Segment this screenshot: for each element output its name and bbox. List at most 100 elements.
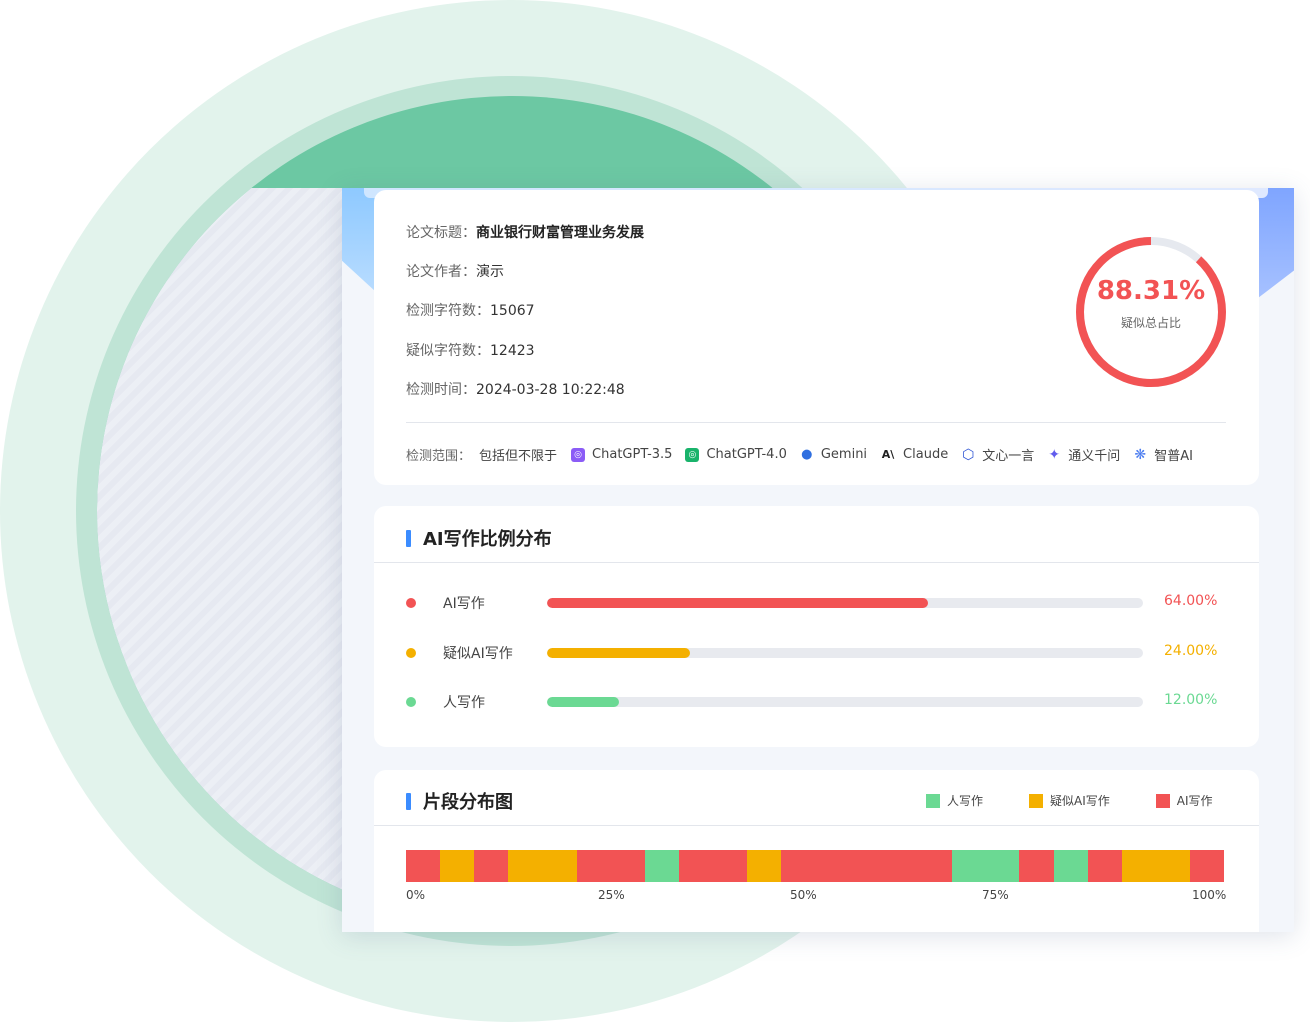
claude-icon: A\ xyxy=(881,448,895,461)
segment-block-human xyxy=(1053,850,1089,882)
char-count: 15067 xyxy=(490,303,535,319)
segment-block-ai xyxy=(781,850,952,882)
segment-card: 片段分布图 人写作 疑似AI写作 AI写作 0% 25% 50% 75% 100… xyxy=(374,770,1259,932)
progress-fill xyxy=(547,697,619,707)
zhipu-icon: ❋ xyxy=(1134,446,1147,463)
progress-track xyxy=(547,697,1143,707)
scope-row: 检测范围： 包括但不限于 ◎ ChatGPT-3.5 ◎ ChatGPT-4.0 ●… xyxy=(406,445,1206,465)
char-count-row: 检测字符数：15067 xyxy=(406,300,535,320)
row-label: AI写作 xyxy=(443,596,485,612)
paper-title-row: 论文标题：商业银行财富管理业务发展 xyxy=(406,222,644,242)
suspect-swatch-icon xyxy=(1029,793,1044,808)
suspect-dot-icon xyxy=(406,648,416,658)
legend-item-suspect: 疑似AI写作 xyxy=(1029,792,1110,809)
human-dot-icon xyxy=(406,697,416,707)
legend-item-human: 人写作 xyxy=(926,792,983,809)
row-value: 64.00% xyxy=(1164,593,1218,609)
paper-author-row: 论文作者：演示 xyxy=(406,261,504,281)
paper-author: 演示 xyxy=(476,264,504,280)
progress-fill xyxy=(547,598,929,608)
segment-bar xyxy=(406,850,1224,882)
axis-tick: 25% xyxy=(598,888,625,902)
gemini-icon: ● xyxy=(801,447,813,462)
model-name: 通义千问 xyxy=(1068,449,1121,464)
paper-info-card: 论文标题：商业银行财富管理业务发展 论文作者：演示 检测字符数：15067 疑似… xyxy=(374,190,1259,485)
model-wenxin: ⬡ 文心一言 xyxy=(961,445,1035,465)
model-name: Gemini xyxy=(820,447,868,462)
model-name: ChatGPT-3.5 xyxy=(592,447,673,462)
segment-block-ai xyxy=(1190,850,1224,882)
distribution-row-suspect: 疑似AI写作 24.00% xyxy=(406,643,1226,663)
human-swatch-icon xyxy=(926,793,940,808)
char-count-label: 检测字符数： xyxy=(406,303,490,319)
ratio-ring-fill xyxy=(1076,237,1226,387)
segment-block-ai xyxy=(679,850,748,882)
distribution-title: AI写作比例分布 xyxy=(406,525,552,551)
chatgpt-icon: ◎ xyxy=(571,447,586,462)
ratio-ring-chart xyxy=(1076,237,1226,387)
segment-block-suspect xyxy=(439,850,474,882)
axis-tick: 0% xyxy=(406,888,426,902)
title-accent-bar xyxy=(406,529,411,547)
segment-block-human xyxy=(644,850,680,882)
segment-block-human xyxy=(951,850,1020,882)
legend-label: AI写作 xyxy=(1176,794,1213,808)
detect-time-row: 检测时间：2024-03-28 10:22:48 xyxy=(406,379,625,399)
ai-swatch-icon xyxy=(1155,793,1170,808)
row-label: 疑似AI写作 xyxy=(443,646,513,662)
row-value: 24.00% xyxy=(1164,643,1218,659)
ratio-value: 88.31% xyxy=(1096,276,1206,306)
segment-block-ai xyxy=(406,850,440,882)
suspect-count: 12423 xyxy=(490,343,535,359)
row-value: 12.00% xyxy=(1164,692,1218,708)
progress-track xyxy=(547,648,1143,658)
segment-block-ai xyxy=(1088,850,1122,882)
distribution-divider xyxy=(374,562,1259,563)
title-accent-bar xyxy=(406,792,411,810)
model-name: 文心一言 xyxy=(982,449,1035,464)
detect-time: 2024-03-28 10:22:48 xyxy=(476,382,625,398)
model-chatgpt40: ◎ ChatGPT-4.0 xyxy=(685,447,787,462)
info-divider xyxy=(406,422,1226,423)
distribution-card: AI写作比例分布 AI写作 64.00% 疑似AI写作 24.00% 人写作 1… xyxy=(374,506,1259,747)
scope-lead: 包括但不限于 xyxy=(479,449,558,464)
segment-title-text: 片段分布图 xyxy=(423,792,513,813)
model-name: ChatGPT-4.0 xyxy=(706,447,787,462)
row-label: 人写作 xyxy=(443,695,485,711)
segment-block-suspect xyxy=(747,850,782,882)
suspect-count-label: 疑似字符数： xyxy=(406,343,490,359)
model-gemini: ● Gemini xyxy=(800,447,867,462)
segment-axis: 0% 25% 50% 75% 100% xyxy=(406,888,1227,904)
model-zhipu: ❋ 智普AI xyxy=(1133,445,1193,465)
axis-tick: 100% xyxy=(1192,888,1227,902)
segment-block-ai xyxy=(473,850,509,882)
distribution-row-human: 人写作 12.00% xyxy=(406,692,1226,712)
legend-item-ai: AI写作 xyxy=(1155,792,1213,809)
segment-legend: 人写作 疑似AI写作 AI写作 xyxy=(926,792,1213,809)
progress-fill xyxy=(547,648,691,658)
scope-label: 检测范围： xyxy=(406,449,472,464)
model-chatgpt35: ◎ ChatGPT-3.5 xyxy=(571,447,672,462)
report-panel: 论文标题：商业银行财富管理业务发展 论文作者：演示 检测字符数：15067 疑似… xyxy=(342,188,1294,932)
legend-label: 人写作 xyxy=(947,794,984,808)
axis-tick: 75% xyxy=(982,888,1009,902)
paper-title: 商业银行财富管理业务发展 xyxy=(476,225,644,241)
model-tongyi: ✦ 通义千问 xyxy=(1047,445,1121,465)
legend-label: 疑似AI写作 xyxy=(1050,794,1110,808)
model-name: 智普AI xyxy=(1154,449,1193,464)
model-claude: A\ Claude xyxy=(880,447,948,462)
decor-band-left xyxy=(342,188,376,292)
segment-block-suspect xyxy=(508,850,577,882)
distribution-title-text: AI写作比例分布 xyxy=(423,529,552,550)
axis-tick: 50% xyxy=(790,888,817,902)
ratio-ring: 88.31% 疑似总占比 xyxy=(1071,232,1231,392)
progress-track xyxy=(547,598,1143,608)
paper-author-label: 论文作者： xyxy=(406,264,476,280)
wenxin-icon: ⬡ xyxy=(962,446,975,463)
detect-time-label: 检测时间： xyxy=(406,382,476,398)
segment-block-ai xyxy=(576,850,645,882)
suspect-count-row: 疑似字符数：12423 xyxy=(406,340,535,360)
model-name: Claude xyxy=(903,447,949,462)
distribution-row-ai: AI写作 64.00% xyxy=(406,593,1226,613)
ratio-label: 疑似总占比 xyxy=(1120,316,1181,330)
